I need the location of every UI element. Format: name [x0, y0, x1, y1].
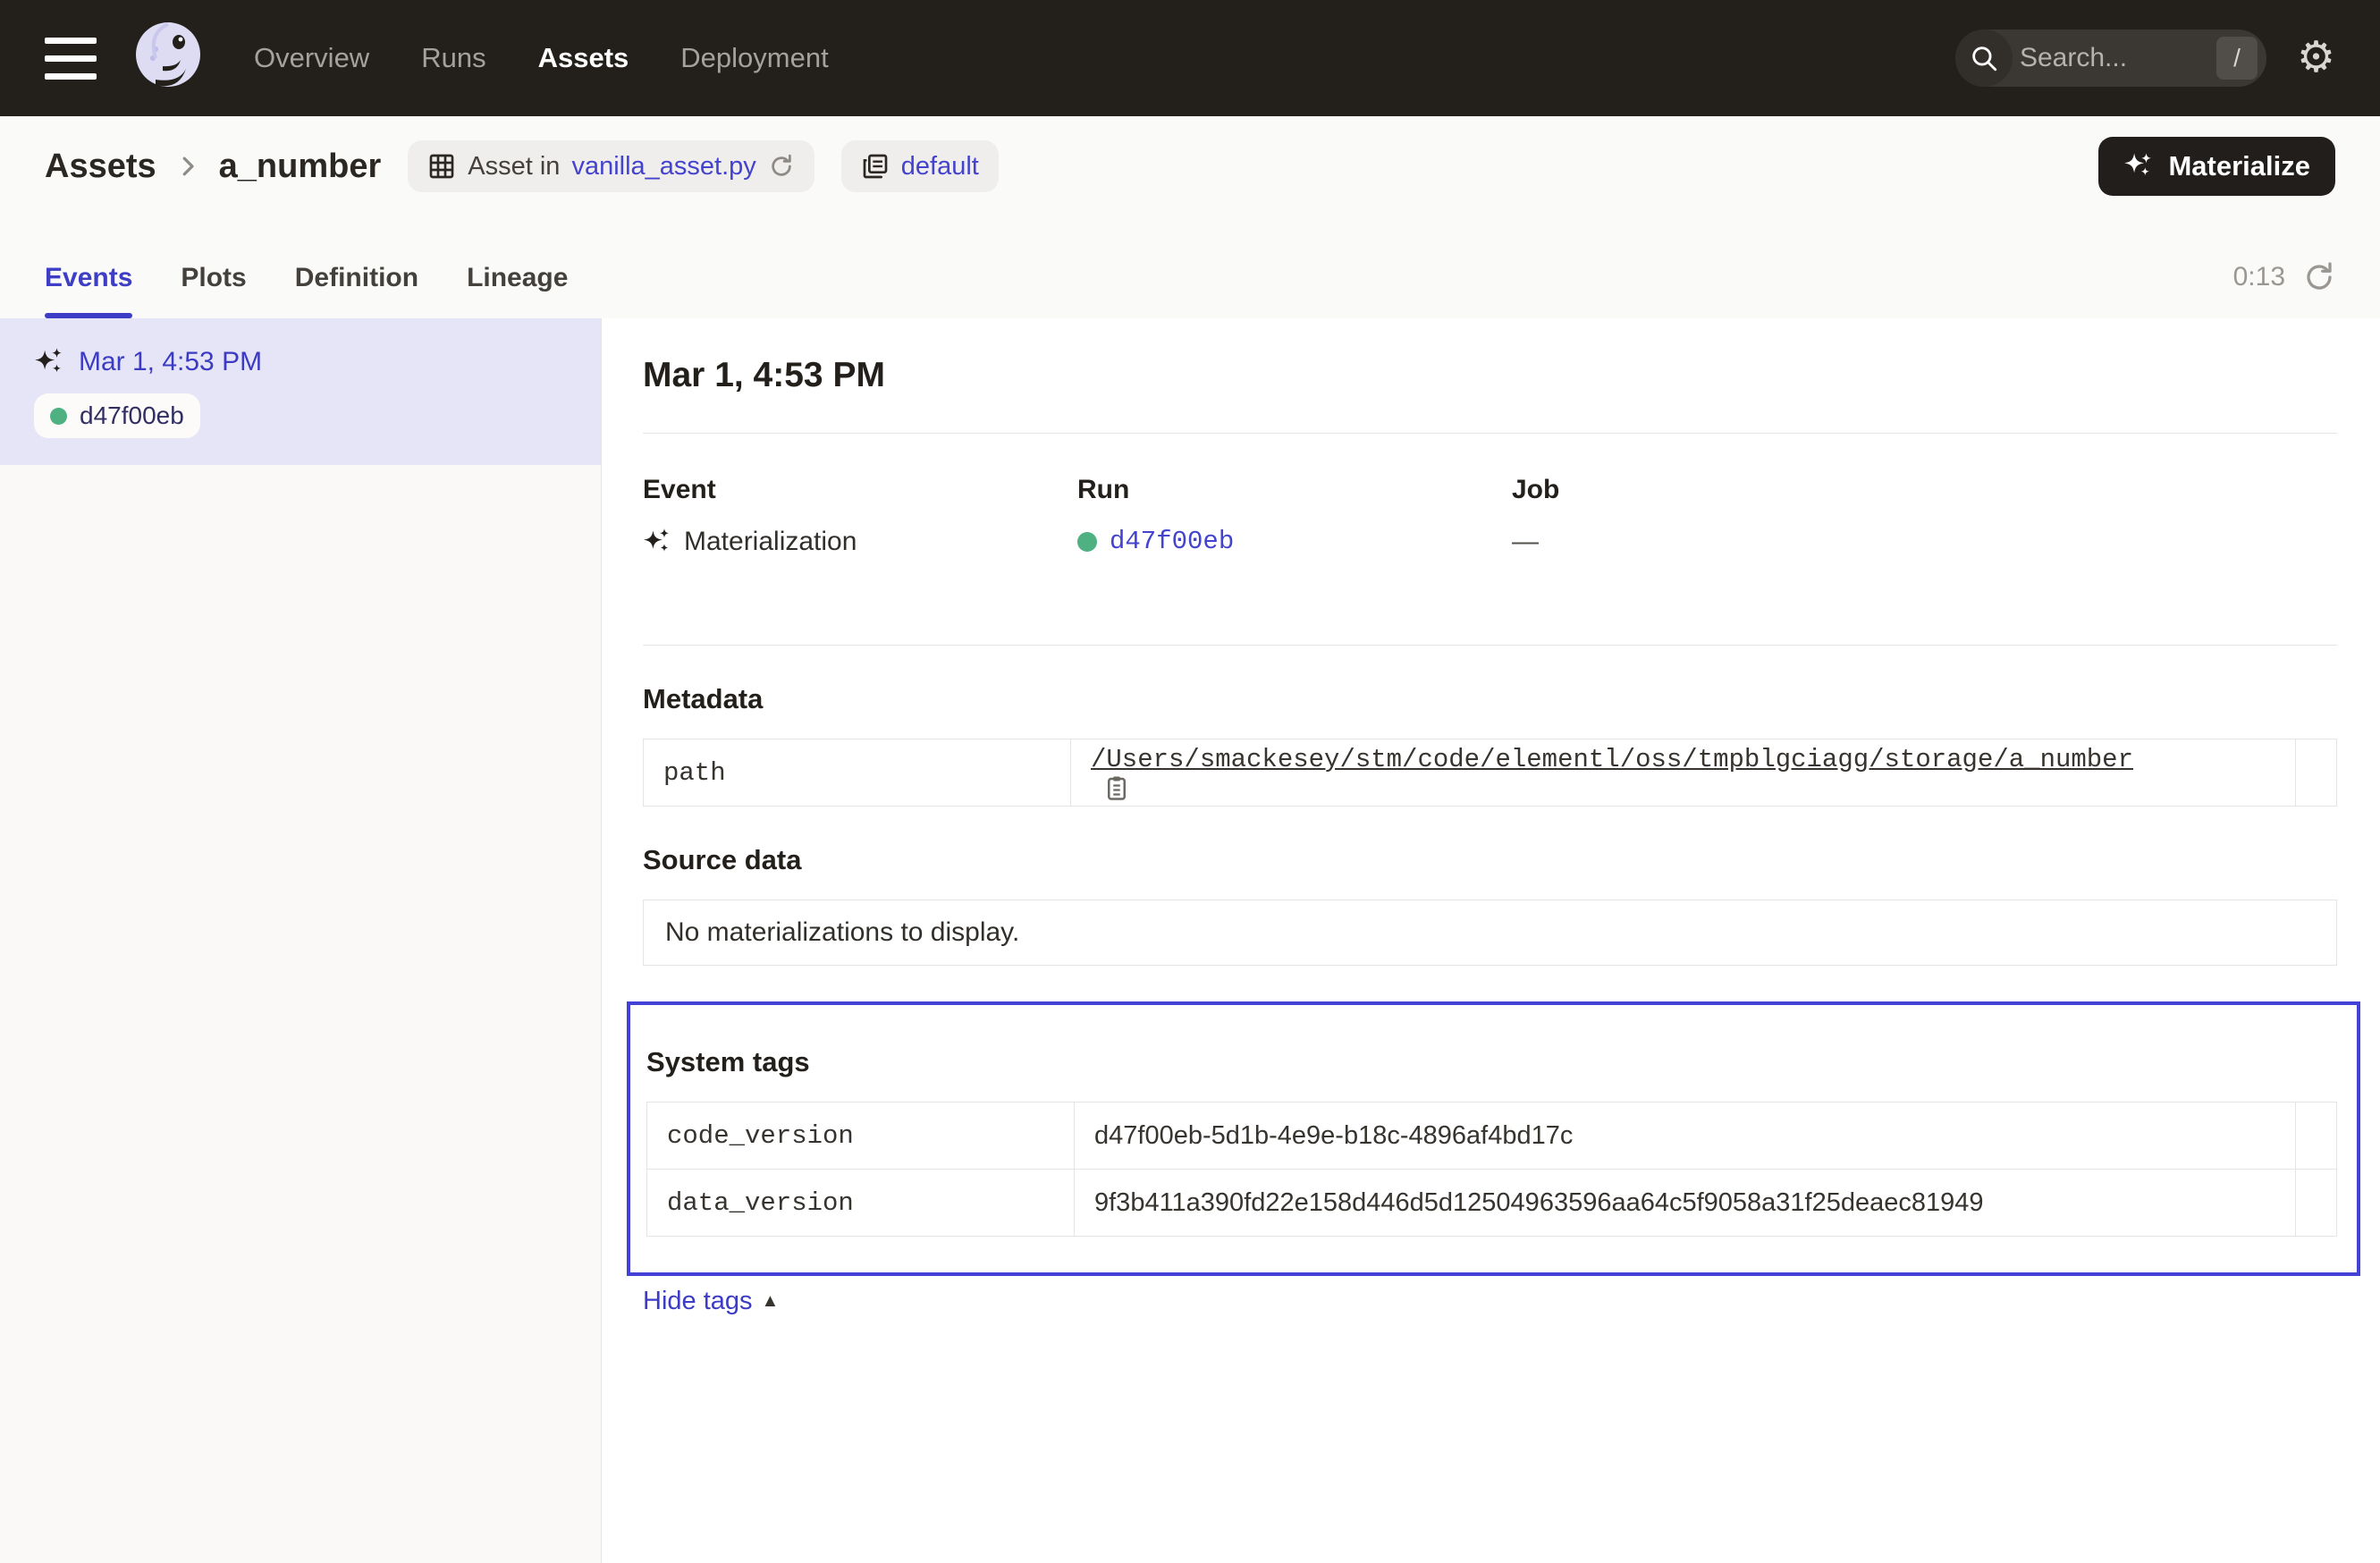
tab-lineage[interactable]: Lineage [467, 263, 568, 318]
run-status-dot [1077, 532, 1097, 552]
event-detail-title: Mar 1, 4:53 PM [643, 356, 2337, 395]
page-header: Assets a_number Asset in vanilla_asset.p… [0, 116, 2380, 216]
system-tags-table: code_version d47f00eb-5d1b-4e9e-b18c-489… [646, 1102, 2337, 1237]
asset-tabs-row: Events Plots Definition Lineage 0:13 [0, 216, 2380, 318]
event-list-item-selected[interactable]: Mar 1, 4:53 PM d47f00eb [0, 318, 601, 465]
asset-file-link[interactable]: vanilla_asset.py [571, 152, 755, 182]
table-row: code_version d47f00eb-5d1b-4e9e-b18c-489… [647, 1103, 2337, 1170]
materialization-sparkle-icon [34, 347, 64, 377]
metadata-table: path /Users/smackesey/stm/code/elementl/… [643, 739, 2337, 807]
metadata-path-link[interactable]: /Users/smackesey/stm/code/elementl/oss/t… [1091, 745, 2133, 774]
run-status-dot [50, 408, 67, 425]
content-area: Mar 1, 4:53 PM d47f00eb Mar 1, 4:53 PM E… [0, 318, 2380, 1563]
breadcrumb-assets-link[interactable]: Assets [45, 148, 156, 186]
dagster-logo[interactable] [129, 19, 207, 97]
search-shortcut-badge: / [2216, 37, 2258, 80]
materialization-sparkle-icon [643, 528, 671, 556]
divider [643, 645, 2337, 646]
clipboard-copy-icon[interactable] [1103, 774, 1130, 801]
table-row: path /Users/smackesey/stm/code/elementl/… [644, 739, 2337, 807]
event-run-id: d47f00eb [80, 401, 184, 430]
run-column: Run d47f00eb [1077, 475, 1512, 557]
sparkles-icon [2123, 151, 2154, 182]
asset-in-label: Asset in [468, 152, 560, 182]
primary-nav: Overview Runs Assets Deployment [254, 42, 829, 74]
system-tag-value: d47f00eb-5d1b-4e9e-b18c-4896af4bd17c [1075, 1103, 2296, 1170]
gear-icon[interactable]: ⚙ [2297, 37, 2335, 80]
menu-icon[interactable] [45, 38, 97, 80]
tab-events[interactable]: Events [45, 263, 132, 318]
group-copy-icon [861, 152, 890, 181]
search-input[interactable] [2013, 43, 2216, 73]
nav-item-deployment[interactable]: Deployment [680, 42, 828, 74]
system-tag-key: code_version [647, 1103, 1075, 1170]
refresh-countdown: 0:13 [2233, 262, 2285, 292]
top-nav: Overview Runs Assets Deployment / ⚙ [0, 0, 2380, 116]
hide-tags-link[interactable]: Hide tags ▲ [643, 1287, 779, 1316]
reload-icon[interactable] [768, 153, 795, 180]
event-run-badge[interactable]: d47f00eb [34, 393, 200, 438]
materialize-button[interactable]: Materialize [2098, 137, 2335, 196]
group-default-link[interactable]: default [901, 152, 979, 182]
metadata-key: path [644, 739, 1071, 807]
nav-item-runs[interactable]: Runs [421, 42, 485, 74]
asset-definition-badge[interactable]: Asset in vanilla_asset.py [408, 140, 814, 192]
search-icon [1955, 30, 2013, 87]
refresh-icon[interactable] [2303, 261, 2335, 293]
caret-up-icon: ▲ [762, 1291, 780, 1312]
system-tags-highlight-box: System tags code_version d47f00eb-5d1b-4… [627, 1001, 2360, 1276]
asset-group-badge[interactable]: default [841, 140, 999, 192]
system-tag-value: 9f3b411a390fd22e158d446d5d12504963596aa6… [1075, 1170, 2296, 1237]
source-data-empty-message: No materializations to display. [643, 900, 2337, 966]
materialize-label: Materialize [2168, 150, 2310, 182]
nav-item-assets[interactable]: Assets [538, 42, 629, 74]
event-column-header: Event [643, 475, 1077, 505]
chevron-right-icon [174, 153, 201, 180]
system-tags-heading: System tags [646, 1046, 2337, 1078]
job-column: Job — [1512, 475, 2337, 557]
hide-tags-label: Hide tags [643, 1287, 753, 1316]
event-column: Event Materialization [643, 475, 1077, 557]
asset-tabs: Events Plots Definition Lineage [45, 263, 568, 318]
tab-definition[interactable]: Definition [295, 263, 418, 318]
system-tag-key: data_version [647, 1170, 1075, 1237]
metadata-heading: Metadata [643, 683, 2337, 715]
divider [643, 433, 2337, 434]
job-empty-value: — [1512, 527, 1539, 557]
event-timestamp-link[interactable]: Mar 1, 4:53 PM [79, 347, 262, 377]
event-type-value: Materialization [684, 527, 857, 557]
run-id-link[interactable]: d47f00eb [1110, 527, 1234, 556]
asset-name-title: a_number [219, 148, 382, 186]
job-column-header: Job [1512, 475, 2337, 505]
app-window: Overview Runs Assets Deployment / ⚙ Asse… [0, 0, 2380, 1563]
search-box[interactable]: / [1955, 30, 2266, 87]
source-data-heading: Source data [643, 844, 2337, 876]
asset-grid-icon [427, 152, 456, 181]
events-sidebar: Mar 1, 4:53 PM d47f00eb [0, 318, 602, 1563]
table-row: data_version 9f3b411a390fd22e158d446d5d1… [647, 1170, 2337, 1237]
nav-item-overview[interactable]: Overview [254, 42, 369, 74]
event-detail-panel: Mar 1, 4:53 PM Event Materialization Run… [602, 318, 2380, 1563]
tab-plots[interactable]: Plots [181, 263, 246, 318]
empty-message-text: No materializations to display. [665, 917, 1019, 948]
run-column-header: Run [1077, 475, 1512, 505]
